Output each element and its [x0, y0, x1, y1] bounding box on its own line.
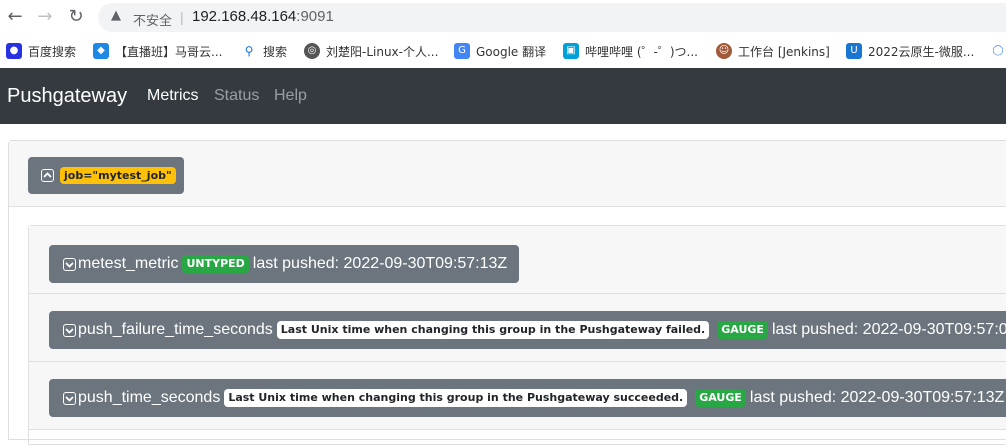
bookmark-item[interactable]: ● 百度搜索	[6, 41, 76, 61]
bookmark-label: 工作台 [Jenkins]	[738, 44, 830, 59]
bookmark-label: 百度搜索	[28, 44, 77, 59]
metric-name: push_time_seconds	[78, 389, 221, 406]
bookmark-item[interactable]: ▣ 哔哩哔哩 (゜-゜)つ...	[563, 41, 698, 61]
metrics-card: metest_metric UNTYPED last pushed: 2022-…	[28, 225, 1006, 445]
metric-help-badge: Last Unix time when changing this group …	[224, 389, 688, 407]
metric-toggle-button[interactable]: push_failure_time_seconds Last Unix time…	[49, 311, 1006, 349]
nav-status[interactable]: Status	[214, 87, 259, 105]
bookmark-label: 刘楚阳-Linux-个人...	[326, 44, 439, 59]
bookmark-label: Google 翻译	[476, 44, 547, 59]
bookmark-item[interactable]: U 2022云原生-微服...	[846, 41, 974, 61]
paw-icon: ●	[6, 43, 22, 59]
metric-row: push_time_seconds Last Unix time when ch…	[29, 362, 1006, 430]
metric-row: metest_metric UNTYPED last pushed: 2022-…	[29, 226, 1006, 294]
metric-help-badge: Last Unix time when changing this group …	[276, 321, 710, 339]
bookmark-label: 2022云原生-微服...	[868, 44, 975, 59]
address-separator: |	[180, 9, 184, 25]
expand-icon	[63, 257, 76, 271]
u-icon: U	[846, 43, 862, 59]
globe-icon: ◎	[304, 43, 320, 59]
bookmarks-bar: ● 百度搜索 ◆ 【直播班】马哥云... ⚲ 搜索 ◎ 刘楚阳-Linux-个人…	[0, 35, 1006, 67]
metric-toggle-button[interactable]: push_time_seconds Last Unix time when ch…	[49, 379, 1006, 417]
bookmark-item[interactable]: ◎ 刘楚阳-Linux-个人...	[304, 41, 438, 61]
metric-name: metest_metric	[78, 255, 179, 272]
metric-last-pushed: last pushed: 2022-09-30T09:57:06Z	[771, 321, 1006, 338]
bookmark-overflow[interactable]: ◯	[990, 41, 1006, 61]
metric-type-badge: UNTYPED	[182, 255, 249, 273]
bookmark-item[interactable]: G Google 翻译	[454, 41, 546, 61]
browser-toolbar: ← → ↻ ▲ 不安全 | 192.168.48.164:9091	[0, 0, 1006, 35]
more-bookmarks-icon: ◯	[990, 43, 1006, 59]
group-card-header: job="mytest_job"	[9, 141, 1006, 207]
metric-name: push_failure_time_seconds	[78, 321, 273, 338]
back-arrow-icon[interactable]: ←	[4, 6, 26, 28]
bookmark-item[interactable]: ☺ 工作台 [Jenkins]	[716, 41, 830, 61]
address-url: 192.168.48.164:9091	[192, 8, 334, 25]
expand-icon	[63, 391, 76, 405]
reload-icon[interactable]: ↻	[65, 6, 87, 28]
metric-last-pushed: last pushed: 2022-09-30T09:57:13Z	[252, 255, 508, 272]
bookmark-item[interactable]: ⚲ 搜索	[241, 41, 287, 61]
collapse-icon	[41, 169, 54, 182]
translate-icon: G	[454, 43, 470, 59]
address-host: 192.168.48.164	[192, 8, 297, 25]
tv-icon: ▣	[563, 43, 579, 59]
metric-row: push_failure_time_seconds Last Unix time…	[29, 294, 1006, 362]
search-icon: ⚲	[241, 43, 257, 59]
warning-icon: ▲	[111, 8, 121, 23]
app-navbar: Pushgateway Metrics Status Help	[0, 68, 1006, 124]
expand-icon	[63, 323, 76, 337]
metric-toggle-button[interactable]: metest_metric UNTYPED last pushed: 2022-…	[49, 245, 520, 283]
address-bar[interactable]: ▲ 不安全 | 192.168.48.164:9091	[98, 3, 1006, 32]
bookmark-label: 哔哩哔哩 (゜-゜)つ...	[585, 44, 698, 59]
diamond-icon: ◆	[93, 43, 109, 59]
insecure-label: 不安全	[133, 13, 173, 28]
bookmark-label: 搜索	[263, 44, 288, 59]
metric-type-badge: GAUGE	[717, 321, 768, 339]
group-toggle-button[interactable]: job="mytest_job"	[28, 157, 184, 194]
job-label-badge: job="mytest_job"	[60, 167, 176, 184]
metric-last-pushed: last pushed: 2022-09-30T09:57:13Z	[749, 389, 1005, 406]
metric-type-badge: GAUGE	[695, 389, 746, 407]
nav-metrics[interactable]: Metrics	[147, 87, 199, 105]
jenkins-icon: ☺	[716, 43, 732, 59]
group-card: job="mytest_job" metest_metric UNTYPED l…	[8, 140, 1006, 445]
address-port: :9091	[296, 8, 334, 25]
nav-help[interactable]: Help	[274, 87, 307, 105]
brand-logo[interactable]: Pushgateway	[7, 85, 127, 108]
bookmark-label: 【直播班】马哥云...	[115, 44, 223, 59]
forward-arrow-icon[interactable]: →	[34, 6, 56, 28]
bookmark-item[interactable]: ◆ 【直播班】马哥云...	[93, 41, 222, 61]
